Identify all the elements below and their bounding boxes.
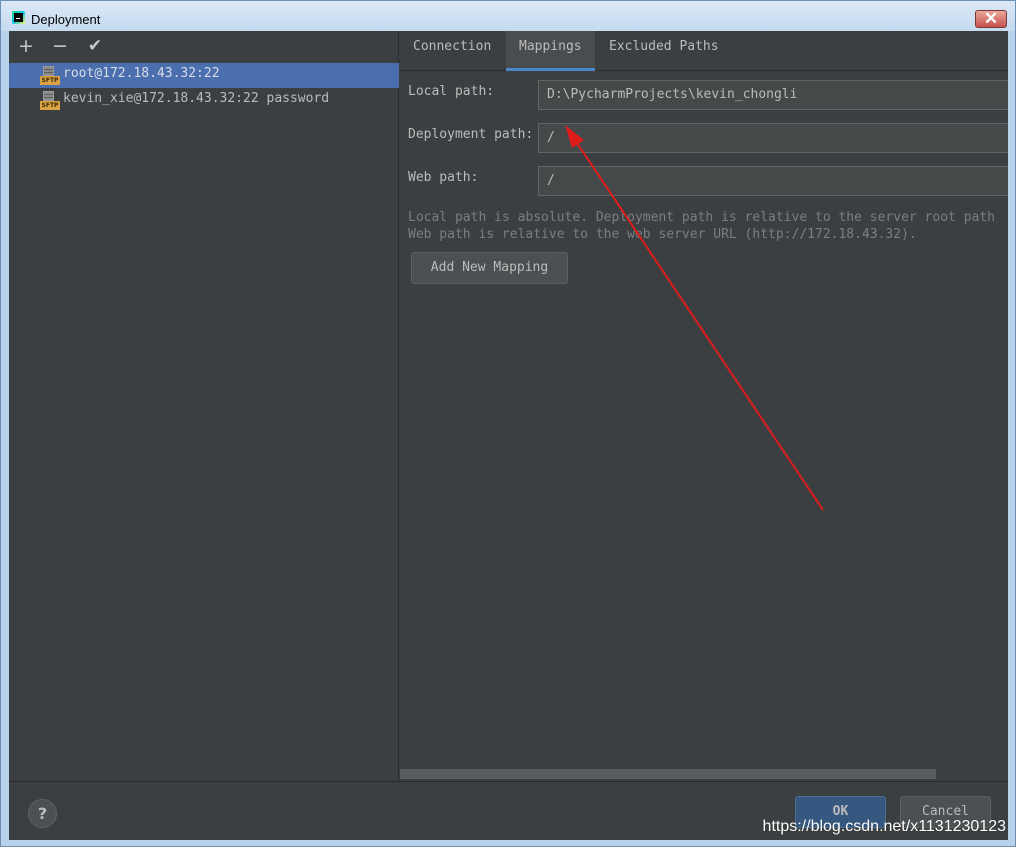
dialog-body: + − ✔ SFTP root@172.18.43.32:22 SFTP kev… [9, 31, 1008, 840]
server-list: SFTP root@172.18.43.32:22 SFTP kevin_xie… [9, 63, 399, 113]
web-path-label: Web path: [408, 170, 479, 185]
set-default-server-button[interactable]: ✔ [84, 35, 106, 57]
path-hint-line-2: Web path is relative to the web server U… [408, 227, 917, 242]
server-list-panel: + − ✔ SFTP root@172.18.43.32:22 SFTP kev… [9, 31, 399, 781]
close-icon: ✕ [983, 9, 999, 28]
remove-server-button[interactable]: − [49, 35, 71, 57]
tab-mappings[interactable]: Mappings [506, 31, 595, 71]
watermark: https://blog.csdn.net/x1131230123 [762, 818, 1006, 835]
server-settings-panel: Connection Mappings Excluded Paths Local… [400, 31, 1008, 781]
add-new-mapping-button[interactable]: Add New Mapping [411, 252, 568, 284]
deployment-path-input[interactable]: / [538, 123, 1008, 153]
server-item-label: kevin_xie@172.18.43.32:22 password [63, 91, 330, 106]
server-item-root[interactable]: SFTP root@172.18.43.32:22 [9, 63, 399, 88]
horizontal-scrollbar[interactable] [400, 769, 936, 779]
web-path-input[interactable]: / [538, 166, 1008, 196]
path-hint-line-1: Local path is absolute. Deployment path … [408, 210, 995, 225]
sftp-server-icon: SFTP [40, 91, 60, 111]
add-server-button[interactable]: + [15, 35, 37, 57]
window-title: Deployment [31, 12, 101, 27]
local-path-input[interactable]: D:\PycharmProjects\kevin_chongli [538, 80, 1008, 110]
deployment-dialog: Deployment ✕ + − ✔ SFTP root@172.18.43.3… [0, 0, 1016, 847]
pycharm-app-icon [12, 11, 25, 24]
tab-connection[interactable]: Connection [400, 31, 504, 71]
close-button[interactable]: ✕ [975, 9, 1007, 28]
server-item-kevin-xie[interactable]: SFTP kevin_xie@172.18.43.32:22 password [9, 88, 399, 113]
checkmark-icon: ✔ [87, 36, 103, 56]
plus-icon: + [18, 35, 34, 57]
server-item-label: root@172.18.43.32:22 [63, 66, 220, 81]
tab-excluded-paths[interactable]: Excluded Paths [596, 31, 732, 71]
minus-icon: − [52, 35, 68, 57]
sftp-server-icon: SFTP [40, 66, 60, 86]
local-path-label: Local path: [408, 84, 495, 99]
deployment-path-label: Deployment path: [408, 127, 534, 142]
settings-tabs: Connection Mappings Excluded Paths [400, 31, 1008, 71]
title-bar: Deployment ✕ [1, 1, 1015, 31]
help-button[interactable]: ? [28, 799, 57, 828]
question-mark-icon: ? [37, 804, 48, 823]
